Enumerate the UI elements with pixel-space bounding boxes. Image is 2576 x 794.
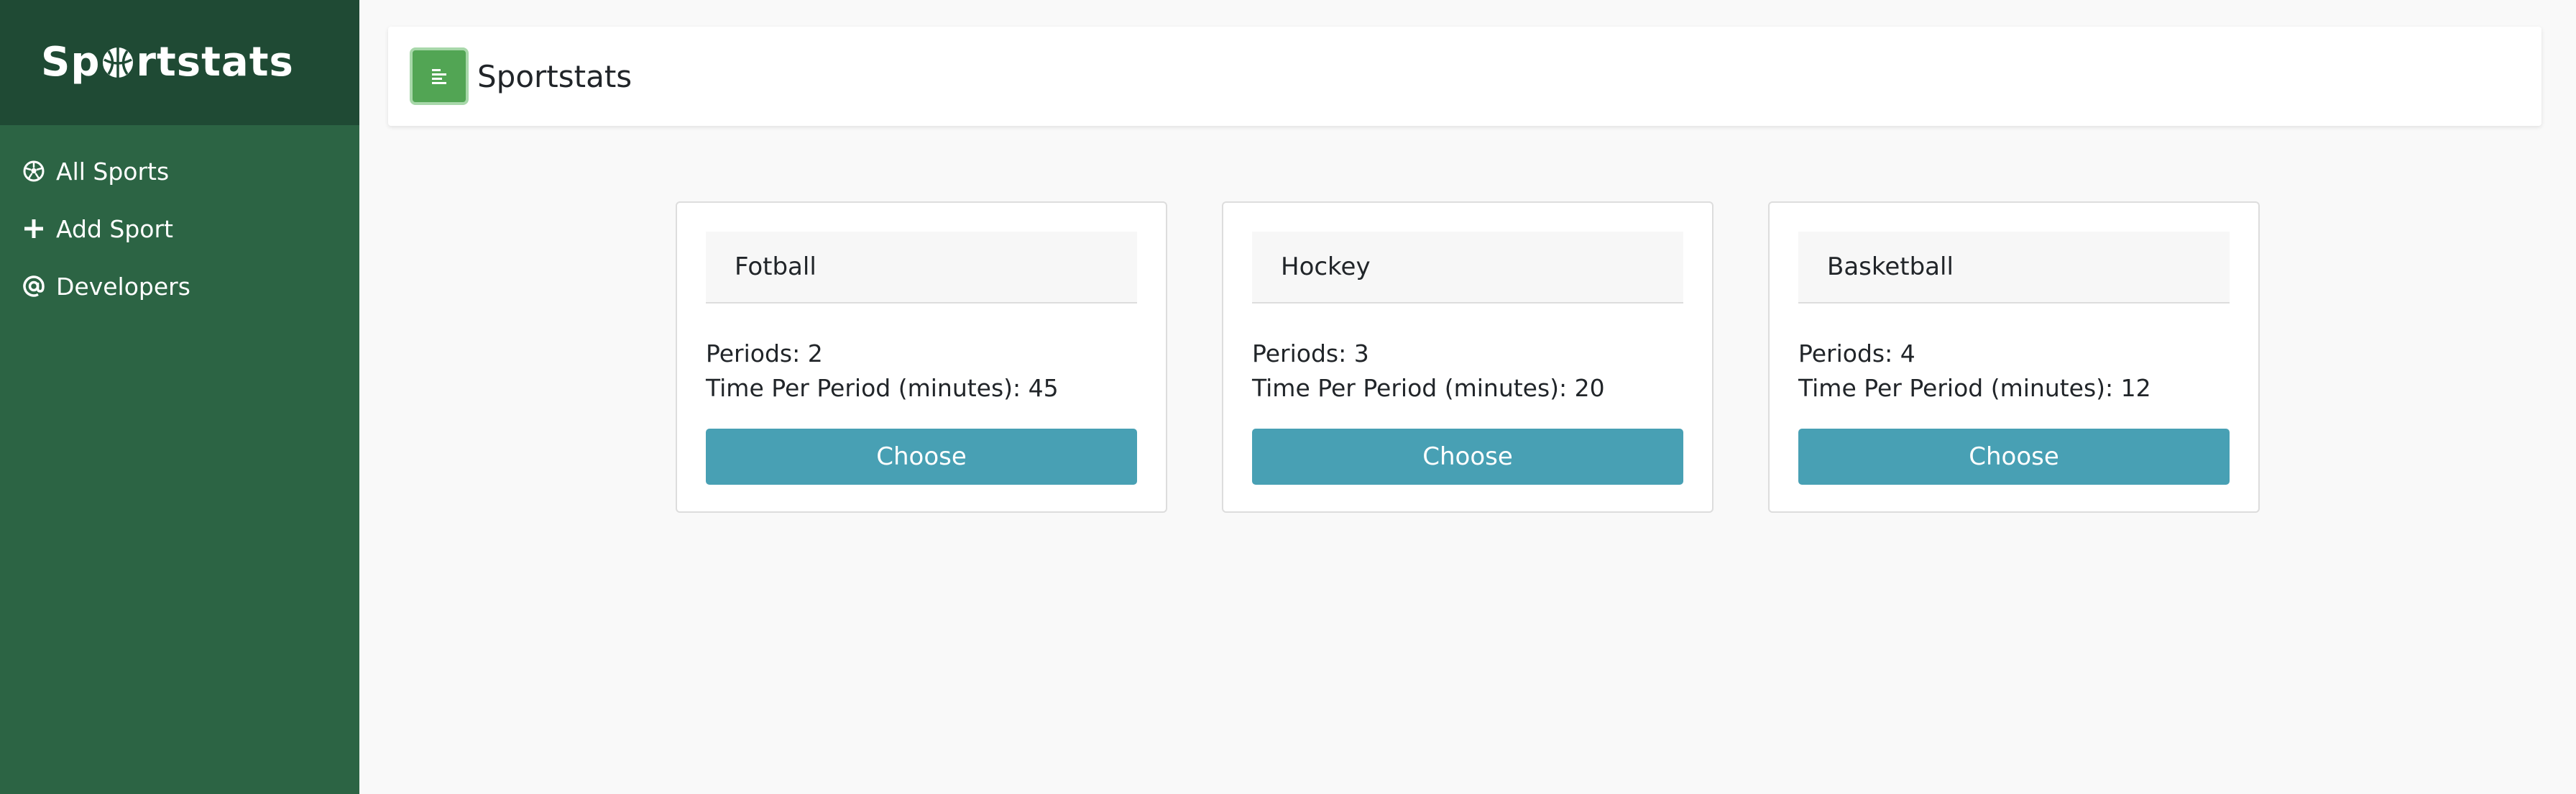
periods-text: Periods: 4 (1798, 339, 1915, 368)
choose-button[interactable]: Choose (1252, 429, 1683, 485)
plus-icon (22, 216, 46, 241)
card-header: Fotball (706, 232, 1137, 304)
sidebar-item-label: All Sports (56, 157, 170, 186)
sidebar: Sp rtstats All Sports Add Sport Develope… (0, 0, 359, 794)
periods-text: Periods: 2 (706, 339, 823, 368)
sport-card-basketball: Basketball Periods: 4 Time Per Period (m… (1768, 201, 2260, 513)
brand-text-end: rtstats (136, 39, 294, 86)
sidebar-item-add-sport[interactable]: Add Sport (0, 200, 359, 257)
sidebar-nav: All Sports Add Sport Developers (0, 125, 359, 315)
basketball-icon (103, 47, 134, 78)
sidebar-item-developers[interactable]: Developers (0, 257, 359, 315)
sport-card-hockey: Hockey Periods: 3 Time Per Period (minut… (1222, 201, 1714, 513)
top-navbar: Sportstats (388, 27, 2542, 126)
time-per-period-text: Time Per Period (minutes): 20 (1252, 374, 1605, 402)
soccer-ball-icon (22, 159, 46, 183)
sidebar-item-all-sports[interactable]: All Sports (0, 142, 359, 200)
brand-text-start: Sp (41, 39, 101, 86)
sport-card-fotball: Fotball Periods: 2 Time Per Period (minu… (676, 201, 1167, 513)
sidebar-toggle-button[interactable] (410, 47, 469, 105)
choose-button[interactable]: Choose (706, 429, 1137, 485)
time-per-period-text: Time Per Period (minutes): 12 (1798, 374, 2151, 402)
periods-text: Periods: 3 (1252, 339, 1369, 368)
time-per-period-text: Time Per Period (minutes): 45 (706, 374, 1059, 402)
brand-logo[interactable]: Sp rtstats (41, 42, 294, 83)
sidebar-item-label: Developers (56, 272, 190, 301)
sidebar-header: Sp rtstats (0, 0, 359, 125)
card-header: Basketball (1798, 232, 2230, 304)
menu-align-left-icon (432, 69, 446, 84)
at-icon (22, 274, 46, 298)
card-header: Hockey (1252, 232, 1683, 304)
sidebar-item-label: Add Sport (56, 214, 173, 243)
choose-button[interactable]: Choose (1798, 429, 2230, 485)
page-title: Sportstats (477, 58, 632, 94)
